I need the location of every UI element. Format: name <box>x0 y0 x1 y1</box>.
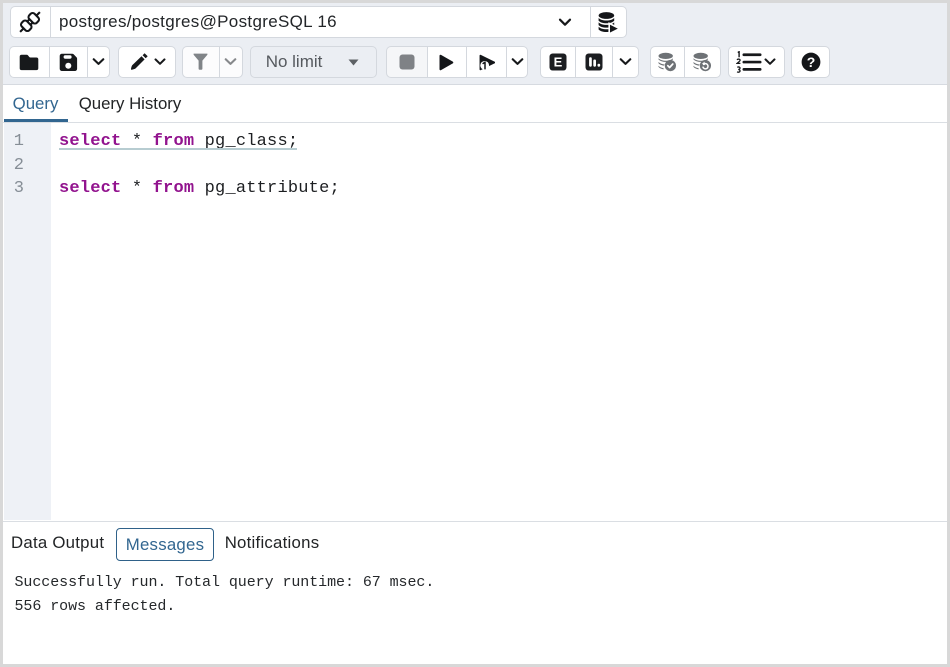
svg-text:?: ? <box>807 54 816 70</box>
svg-text:E: E <box>553 55 562 70</box>
